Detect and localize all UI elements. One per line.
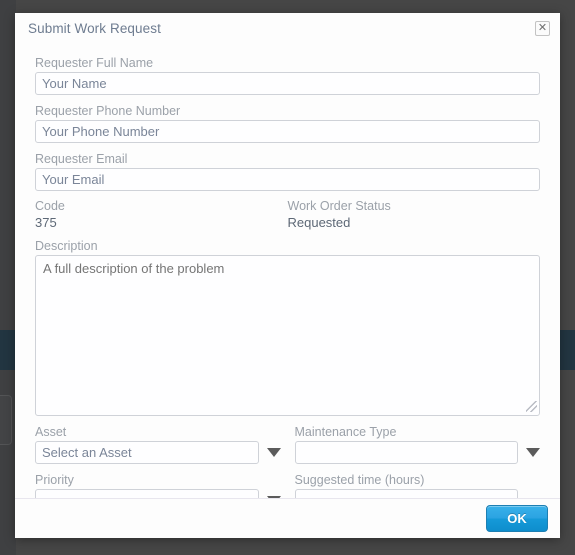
description-wrapper [35, 255, 540, 416]
dialog-body: Requester Full Name Requester Phone Numb… [15, 47, 560, 512]
requester-full-name-label: Requester Full Name [35, 56, 154, 70]
description-label: Description [35, 239, 98, 253]
suggested-time-label: Suggested time (hours) [294, 473, 425, 487]
background-content-panel-upper [0, 0, 16, 330]
close-icon[interactable]: ✕ [535, 21, 550, 36]
requester-phone-number-input[interactable] [35, 120, 540, 143]
dialog-title: Submit Work Request [28, 21, 161, 36]
asset-select-input[interactable] [35, 441, 259, 464]
priority-label: Priority [35, 473, 74, 487]
ok-button[interactable]: OK [486, 505, 548, 532]
selects-row-1: Asset Maintenance Type [35, 425, 540, 464]
readonly-info-row: Code 375 Work Order Status Requested [35, 199, 540, 230]
requester-email-label: Requester Email [35, 152, 128, 166]
background-widget-outline [0, 395, 12, 445]
chevron-down-icon[interactable] [266, 448, 281, 457]
requester-email-input[interactable] [35, 168, 540, 191]
chevron-down-icon[interactable] [526, 448, 540, 457]
asset-select-wrapper[interactable] [35, 441, 281, 464]
code-value: 375 [35, 215, 57, 230]
maintenance-type-label: Maintenance Type [294, 425, 397, 439]
asset-label: Asset [35, 425, 67, 439]
description-textarea[interactable] [35, 255, 540, 416]
field-maintenance-type: Maintenance Type [294, 425, 540, 464]
requester-full-name-input[interactable] [35, 72, 540, 95]
field-requester-full-name: Requester Full Name [35, 56, 540, 95]
maintenance-type-select-input[interactable] [294, 441, 518, 464]
work-order-status-value: Requested [287, 215, 351, 230]
background-sidebar-band-left [0, 330, 16, 370]
dialog-header: Submit Work Request ✕ [15, 13, 560, 47]
field-asset: Asset [35, 425, 281, 464]
field-requester-phone-number: Requester Phone Number [35, 104, 540, 143]
dialog-footer: OK [15, 498, 560, 538]
requester-phone-number-label: Requester Phone Number [35, 104, 181, 118]
field-requester-email: Requester Email [35, 152, 540, 191]
code-label: Code [35, 199, 65, 213]
field-code: Code 375 [35, 199, 288, 230]
work-order-status-label: Work Order Status [287, 199, 391, 213]
submit-work-request-dialog: Submit Work Request ✕ Requester Full Nam… [15, 13, 560, 538]
maintenance-type-select-wrapper[interactable] [294, 441, 540, 464]
field-work-order-status: Work Order Status Requested [288, 199, 541, 230]
field-description: Description [35, 239, 540, 416]
